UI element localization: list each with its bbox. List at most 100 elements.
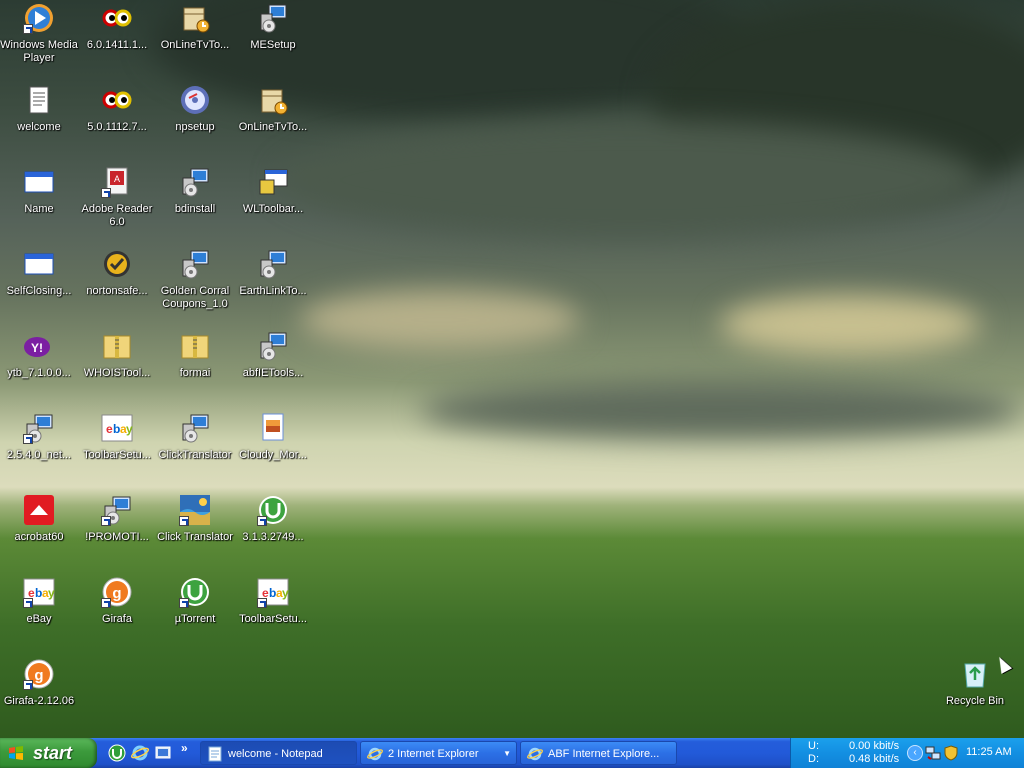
start-label: start <box>33 743 73 763</box>
desktop-icon[interactable]: WLToolbar... <box>234 166 312 246</box>
norton-icon <box>101 248 133 280</box>
desktop-icon-label: welcome <box>17 121 61 133</box>
clock[interactable]: 11:25 AM <box>966 746 1012 758</box>
desktop-icon[interactable]: WHOISTool... <box>78 330 156 410</box>
cloud-shape <box>720 295 980 355</box>
desktop-icon[interactable]: OnLineTvTo... <box>156 2 234 82</box>
desktop-icon[interactable]: µTorrent <box>156 576 234 656</box>
shortcut-arrow-icon <box>23 24 33 34</box>
desktop-icon[interactable]: !PROMOTI... <box>78 494 156 574</box>
desktop-icon-label: nortonsafe... <box>86 285 148 297</box>
acrobat-icon <box>23 494 55 526</box>
desktop-icon[interactable]: Click Translator <box>156 494 234 574</box>
desktop-icon[interactable]: SelfClosing... <box>0 248 78 328</box>
collapse-tray-icon[interactable]: ‹ <box>907 745 923 761</box>
desktop-icon[interactable]: ClickTranslator <box>156 412 234 492</box>
girafa-icon: g <box>101 576 133 608</box>
upload-label: U: <box>808 740 819 752</box>
desktop-icon[interactable]: Name <box>0 166 78 246</box>
desktop-icon[interactable]: e b a y eBay <box>0 576 78 656</box>
desktop-icon[interactable]: e b a y ToolbarSetu... <box>78 412 156 492</box>
desktop-icon[interactable]: e b a y ToolbarSetu... <box>234 576 312 656</box>
task-abf-internet-explorer[interactable]: ABF Internet Explore... <box>520 741 677 765</box>
desktop-icon-label: WHOISTool... <box>83 367 151 379</box>
download-label: D: <box>808 753 819 765</box>
setup-computer-icon <box>101 494 133 526</box>
image-file-icon <box>257 412 289 444</box>
desktop-icon[interactable]: Cloudy_Mor... <box>234 412 312 492</box>
svg-text:y: y <box>282 586 289 600</box>
ebay-icon: ebay <box>23 576 55 608</box>
desktop-icon[interactable]: 3.1.3.2749... <box>234 494 312 574</box>
desktop-icon-label: ToolbarSetu... <box>239 613 307 625</box>
toolbar-setup-icon <box>257 166 289 198</box>
desktop-icon[interactable]: OnLineTvTo... <box>234 84 312 164</box>
desktop-icon-label: !PROMOTI... <box>85 531 149 543</box>
svg-text:e: e <box>106 422 113 436</box>
desktop-icon[interactable]: bdinstall <box>156 166 234 246</box>
svg-text:Y!: Y! <box>31 341 43 355</box>
task-notepad[interactable]: welcome - Notepad <box>200 741 357 765</box>
desktop-icon[interactable]: 5.0.1112.7... <box>78 84 156 164</box>
utorrent-icon <box>257 494 289 526</box>
desktop-icon[interactable]: EarthLinkTo... <box>234 248 312 328</box>
utorrent-quicklaunch-icon[interactable] <box>108 744 126 762</box>
installer-box-icon <box>257 84 289 116</box>
svg-text:g: g <box>34 667 43 684</box>
svg-text:y: y <box>126 422 133 436</box>
system-tray: U: D: 0.00 kbit/s 0.48 kbit/s ‹ 11:25 AM <box>790 738 1024 768</box>
desktop-icon[interactable]: acrobat60 <box>0 494 78 574</box>
show-desktop-quicklaunch-icon[interactable] <box>154 744 172 762</box>
desktop-icon[interactable]: Y! ytb_7.1.0.0... <box>0 330 78 410</box>
desktop-icon[interactable]: Golden Corral Coupons_1.0 <box>156 248 234 328</box>
eyes-icon <box>101 84 133 116</box>
installer-box-icon <box>179 2 211 34</box>
internet-explorer-quicklaunch-icon[interactable] <box>131 744 149 762</box>
security-shield-icon[interactable] <box>944 745 958 761</box>
desktop-icon[interactable]: g Girafa <box>78 576 156 656</box>
click-translator-icon <box>179 494 211 526</box>
desktop-icon[interactable]: Windows Media Player <box>0 2 78 82</box>
zip-folder-icon <box>101 330 133 362</box>
eyes-icon <box>101 2 133 34</box>
svg-text:y: y <box>48 586 55 600</box>
desktop-icon[interactable]: npsetup <box>156 84 234 164</box>
desktop-icon[interactable]: 2.5.4.0_net... <box>0 412 78 492</box>
shortcut-arrow-icon <box>257 598 267 608</box>
start-button[interactable]: start <box>0 738 97 768</box>
desktop-icon-label: bdinstall <box>174 203 216 215</box>
desktop-icon-label: Cloudy_Mor... <box>239 449 307 461</box>
chevron-double-right-icon[interactable]: » <box>181 741 188 755</box>
download-rate: 0.48 kbit/s <box>849 753 900 765</box>
shortcut-arrow-icon <box>101 516 111 526</box>
yahoo-icon: Y! <box>23 330 55 362</box>
desktop-icon[interactable]: welcome <box>0 84 78 164</box>
desktop-icon-label: ClickTranslator <box>158 449 232 461</box>
desktop-icon[interactable]: g Girafa-2.12.06 <box>0 658 78 738</box>
adobe-reader-icon: A <box>101 166 133 198</box>
desktop-icon[interactable]: nortonsafe... <box>78 248 156 328</box>
text-file-icon <box>23 84 55 116</box>
upload-rate: 0.00 kbit/s <box>849 740 900 752</box>
desktop-icon[interactable]: abfIETools... <box>234 330 312 410</box>
desktop-icon[interactable]: MESetup <box>234 2 312 82</box>
desktop-icon-label: acrobat60 <box>14 531 64 543</box>
desktop-icon-label: 2.5.4.0_net... <box>6 449 72 461</box>
setup-computer-icon <box>257 2 289 34</box>
desktop-icon-label: Adobe Reader 6.0 <box>81 203 153 228</box>
desktop-icon[interactable]: A Adobe Reader 6.0 <box>78 166 156 246</box>
network-icon[interactable] <box>925 745 941 761</box>
desktop-icon-label: µTorrent <box>174 613 216 625</box>
desktop-icon-label: ytb_7.1.0.0... <box>7 367 71 379</box>
window-icon <box>23 166 55 198</box>
desktop-icon-label: ToolbarSetu... <box>83 449 151 461</box>
desktop-icon[interactable]: 6.0.1411.1... <box>78 2 156 82</box>
task-label: 2 Internet Explorer <box>388 748 479 760</box>
cloud-shape <box>280 120 980 240</box>
svg-text:A: A <box>114 174 120 184</box>
desktop-icon[interactable]: formai <box>156 330 234 410</box>
recycle-bin-icon <box>959 658 991 690</box>
cloud-shape <box>420 380 1020 440</box>
task-internet-explorer-group[interactable]: 2 Internet Explorer ▼ <box>360 741 517 765</box>
shortcut-arrow-icon <box>23 434 33 444</box>
